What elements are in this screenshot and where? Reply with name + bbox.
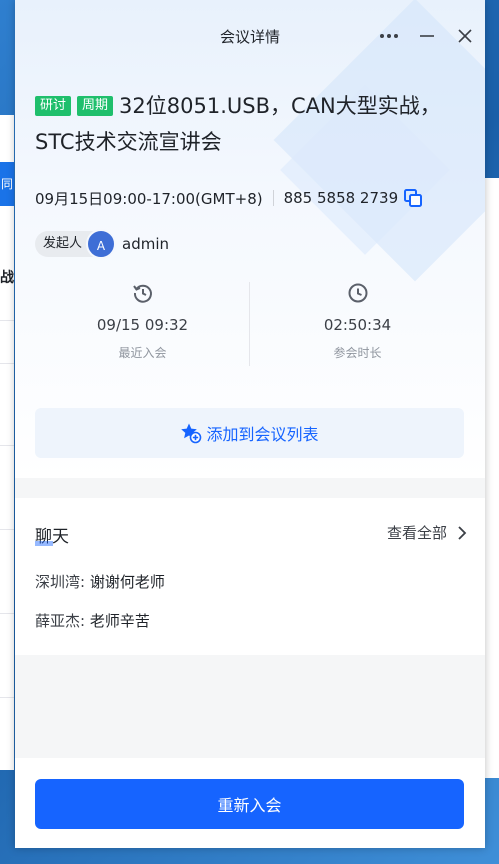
tag-seminar: 研讨 — [35, 96, 72, 116]
title-bar: 会议详情 — [15, 18, 485, 54]
rejoin-label: 重新入会 — [217, 796, 282, 815]
more-button[interactable] — [375, 22, 403, 50]
background-divider — [0, 363, 14, 364]
close-button[interactable] — [451, 22, 479, 50]
chat-message: 深圳湾: 谢谢何老师 — [35, 571, 165, 592]
meeting-id: 885 5858 2739 — [283, 189, 399, 207]
chat-text: 老师辛苦 — [85, 612, 150, 630]
host-row: 发起人 A admin — [35, 229, 169, 259]
stat-label: 参会时长 — [333, 346, 382, 360]
chat-text: 谢谢何老师 — [85, 573, 165, 591]
host-name: admin — [122, 235, 170, 253]
background-tab-hint: 同 — [0, 162, 14, 206]
meeting-time: 09月15日09:00-17:00(GMT+8) — [35, 189, 263, 208]
section-gap — [15, 478, 485, 498]
copy-icon — [404, 189, 423, 207]
copy-meeting-id-button[interactable] — [404, 189, 423, 207]
stats-panel: 09/15 09:32 最近入会 02:50:34 参会时长 — [35, 282, 465, 366]
more-icon — [380, 34, 398, 38]
chat-header: 聊天 查看全部 — [35, 522, 467, 547]
separator — [272, 190, 274, 206]
section-gap — [15, 655, 485, 758]
add-to-meeting-list-label: 添加到会议列表 — [206, 425, 319, 444]
chat-sender: 深圳湾: — [35, 573, 86, 591]
stat-last-join: 09/15 09:32 最近入会 — [35, 282, 250, 366]
rejoin-meeting-button[interactable]: 重新入会 — [35, 779, 464, 829]
star-add-icon — [181, 423, 202, 444]
background-divider — [0, 320, 14, 321]
background-divider — [0, 697, 14, 698]
background-app-left: 同 战 — [0, 115, 14, 770]
minimize-button[interactable] — [413, 22, 441, 50]
stat-value: 02:50:34 — [323, 316, 392, 334]
view-all-chat-button[interactable]: 查看全部 — [387, 522, 467, 543]
background-text-hint: 战 — [0, 270, 14, 286]
view-all-label: 查看全部 — [386, 524, 447, 542]
background-app-right — [485, 178, 499, 778]
background-divider — [0, 529, 14, 530]
background-divider — [0, 613, 14, 614]
stat-label: 最近入会 — [118, 346, 167, 360]
chevron-right-icon — [458, 525, 467, 540]
meeting-details-window: 会议详情 研讨 周期 32位8051.USB，CAN大型实战，STC技术交流宣讲会 … — [15, 0, 485, 848]
add-to-meeting-list-button[interactable]: 添加到会议列表 — [35, 408, 464, 458]
meeting-title: 研讨 周期 32位8051.USB，CAN大型实战，STC技术交流宣讲会 — [35, 88, 455, 160]
stat-duration: 02:50:34 参会时长 — [250, 282, 465, 366]
avatar: A — [86, 229, 117, 259]
minimize-icon — [420, 35, 434, 37]
background-divider — [0, 445, 14, 446]
tag-recurring: 周期 — [77, 96, 114, 116]
meeting-time-row: 09月15日09:00-17:00(GMT+8) 885 5858 2739 — [35, 186, 423, 210]
stat-value: 09/15 09:32 — [96, 316, 189, 334]
chat-message: 薛亚杰: 老师辛苦 — [35, 610, 150, 631]
chat-sender: 薛亚杰: — [35, 612, 86, 630]
chat-title-highlight — [35, 541, 53, 546]
close-icon — [458, 29, 472, 43]
clock-icon — [348, 283, 367, 303]
history-icon — [132, 284, 152, 303]
chat-title: 聊天 — [35, 522, 69, 547]
